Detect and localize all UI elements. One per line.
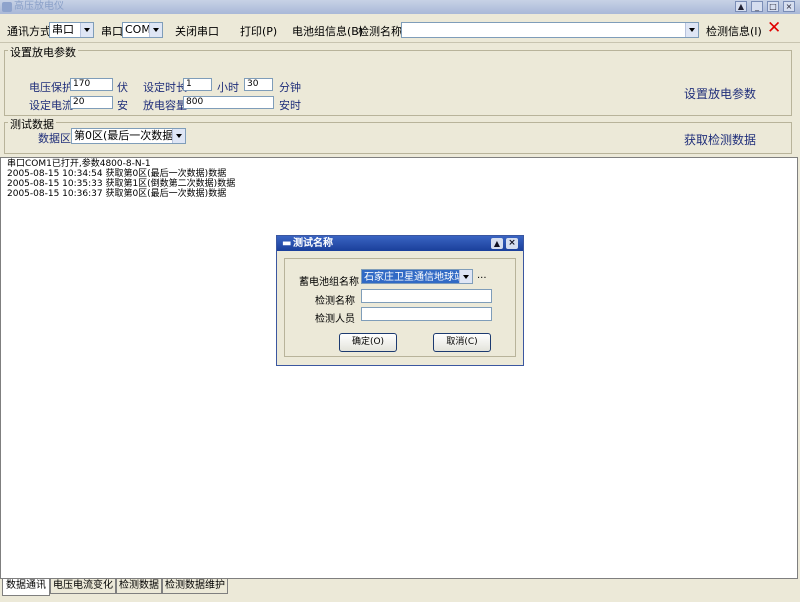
print-button[interactable]: 打印(P) [240,23,277,39]
capacity-input[interactable]: 800 [183,96,274,109]
test-name-select[interactable] [401,22,699,38]
rollup-button[interactable]: ▲ [735,1,747,12]
data-area-select[interactable]: 第0区(最后一次数据) [71,128,186,144]
test-name-dialog: ▬ 测试名称 ▲ × 蓄电池组名称 石家庄卫星通信地球站 ... 检测名称 检测… [276,235,524,366]
battery-info-button[interactable]: 电池组信息(B) [292,23,363,39]
dialog-rollup-button[interactable]: ▲ [491,238,503,249]
set-discharge-params-button[interactable]: 设置放电参数 [684,85,756,102]
capacity-label: 放电容量 [143,99,187,112]
tab-data-comm[interactable]: 数据通讯 [2,579,50,596]
dialog-test-name-label: 检测名称 [315,296,355,307]
data-area-label: 数据区 [38,132,71,145]
fetch-test-data-button[interactable]: 获取检测数据 [684,131,756,148]
close-icon[interactable]: ✕ [767,18,781,38]
close-port-button[interactable]: 关闭串口 [175,23,219,39]
log-area[interactable]: 串口COM1已打开,参数4800-8-N-1 2005-08-15 10:34:… [0,157,798,579]
bottom-tab-bar: 数据通讯 电压电流变化 检测数据 检测数据维护 [0,579,800,602]
hours-unit: 小时 [217,81,239,94]
tab-voltage-current[interactable]: 电压电流变化 [50,579,116,594]
port-select[interactable]: COM1 [122,22,163,38]
dialog-title-bar: ▬ 测试名称 ▲ × [277,236,523,251]
log-line: 2005-08-15 10:36:37 获取第0区(最后一次数据)数据 [7,189,227,199]
battery-name-value: 石家庄卫星通信地球站 [364,272,464,283]
window-title: 高压放电仪 [14,1,64,12]
voltage-unit: 伏 [117,81,128,94]
dialog-test-name-input[interactable] [361,289,492,303]
title-bar: 高压放电仪 ▲ _ □ × [0,0,800,14]
comm-mode-label: 通讯方式 [7,25,51,38]
tester-label: 检测人员 [315,314,355,325]
discharge-params-title: 设置放电参数 [8,44,78,60]
voltage-protect-label: 电压保护 [29,81,73,94]
ok-button[interactable]: 确定(O) [339,333,397,352]
minutes-input[interactable]: 30 [244,78,273,91]
test-info-button[interactable]: 检测信息(I) [706,23,762,39]
chevron-down-icon[interactable] [149,23,162,37]
voltage-protect-input[interactable]: 170 [70,78,113,91]
app-icon [2,2,12,12]
hours-input[interactable]: 1 [183,78,212,91]
minutes-unit: 分钟 [279,81,301,94]
maximize-button[interactable]: □ [767,1,779,12]
dialog-close-button[interactable]: × [506,238,518,249]
dialog-title: 测试名称 [293,238,333,249]
chevron-down-icon[interactable] [459,270,472,283]
browse-button[interactable]: ... [477,270,487,281]
set-current-label: 设定电流 [29,99,73,112]
tester-input[interactable] [361,307,492,321]
toolbar: 通讯方式 串口 串口 COM1 关闭串口 打印(P) 电池组信息(B) 检测名称… [0,14,800,43]
tab-test-data-maintenance[interactable]: 检测数据维护 [162,579,228,594]
dialog-menu-icon[interactable]: ▬ [282,236,291,251]
chevron-down-icon[interactable] [685,23,698,37]
current-input[interactable]: 20 [70,96,113,109]
comm-mode-select[interactable]: 串口 [49,22,94,38]
test-name-label: 检测名称 [358,25,402,38]
current-unit: 安 [117,99,128,112]
chevron-down-icon[interactable] [80,23,93,37]
capacity-unit: 安时 [279,99,301,112]
minimize-button[interactable]: _ [751,1,763,12]
chevron-down-icon[interactable] [172,129,185,143]
cancel-button[interactable]: 取消(C) [433,333,491,352]
battery-name-select[interactable]: 石家庄卫星通信地球站 [361,269,473,284]
data-area-value: 第0区(最后一次数据) [74,129,178,142]
port-label: 串口 [101,25,123,38]
comm-mode-value: 串口 [52,23,74,36]
close-window-button[interactable]: × [783,1,795,12]
set-duration-label: 设定时长 [143,81,187,94]
tab-test-data[interactable]: 检测数据 [116,579,162,594]
battery-name-label: 蓄电池组名称 [299,277,359,288]
